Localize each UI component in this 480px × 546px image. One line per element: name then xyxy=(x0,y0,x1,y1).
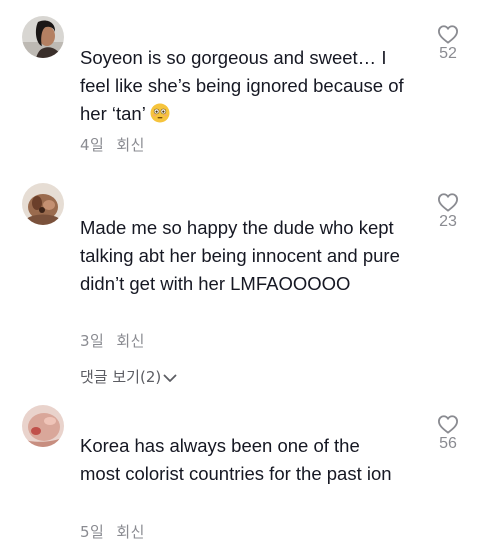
comment-item: Korea has always been one of the most co… xyxy=(0,395,480,546)
avatar-brown-icon xyxy=(22,183,64,225)
comment-time: 3일 xyxy=(80,332,105,350)
avatar-woman-dark-hair-icon xyxy=(22,16,64,58)
like-button[interactable]: 52 xyxy=(430,24,466,63)
reply-button[interactable]: 회신 xyxy=(116,332,145,350)
like-count: 23 xyxy=(439,213,457,230)
comment-time: 4일 xyxy=(80,136,105,154)
comment-text: Made me so happy the dude who kept talki… xyxy=(80,217,400,294)
avatar[interactable] xyxy=(22,405,64,447)
like-button[interactable]: 23 xyxy=(430,192,466,231)
like-count: 56 xyxy=(439,435,457,452)
avatar[interactable] xyxy=(22,183,64,225)
comment-meta: 3일 회신 xyxy=(80,330,145,351)
view-replies-button[interactable]: 댓글 보기(2) xyxy=(80,366,177,387)
chevron-down-icon xyxy=(163,374,177,382)
heart-icon xyxy=(437,25,458,44)
comment-text: Korea has always been one of the most co… xyxy=(80,435,392,484)
reply-button[interactable]: 회신 xyxy=(116,136,145,154)
like-count: 52 xyxy=(439,45,457,62)
avatar-face-closeup-icon xyxy=(22,405,64,447)
like-button[interactable]: 56 xyxy=(430,414,466,453)
reply-button[interactable]: 회신 xyxy=(116,523,145,541)
view-replies-label: 댓글 보기(2) xyxy=(80,368,162,386)
comment-meta: 4일 회신 xyxy=(80,134,145,155)
comment-text: Soyeon is so gorgeous and sweet… I feel … xyxy=(80,47,404,124)
heart-icon xyxy=(437,193,458,212)
comment-meta: 5일 회신 xyxy=(80,521,145,542)
comment-item: Made me so happy the dude who kept talki… xyxy=(0,170,480,395)
avatar[interactable] xyxy=(22,16,64,58)
comment-time: 5일 xyxy=(80,523,105,541)
comment-item: Soyeon is so gorgeous and sweet… I feel … xyxy=(0,0,480,170)
flushed-face-emoji xyxy=(150,103,170,123)
heart-icon xyxy=(437,415,458,434)
